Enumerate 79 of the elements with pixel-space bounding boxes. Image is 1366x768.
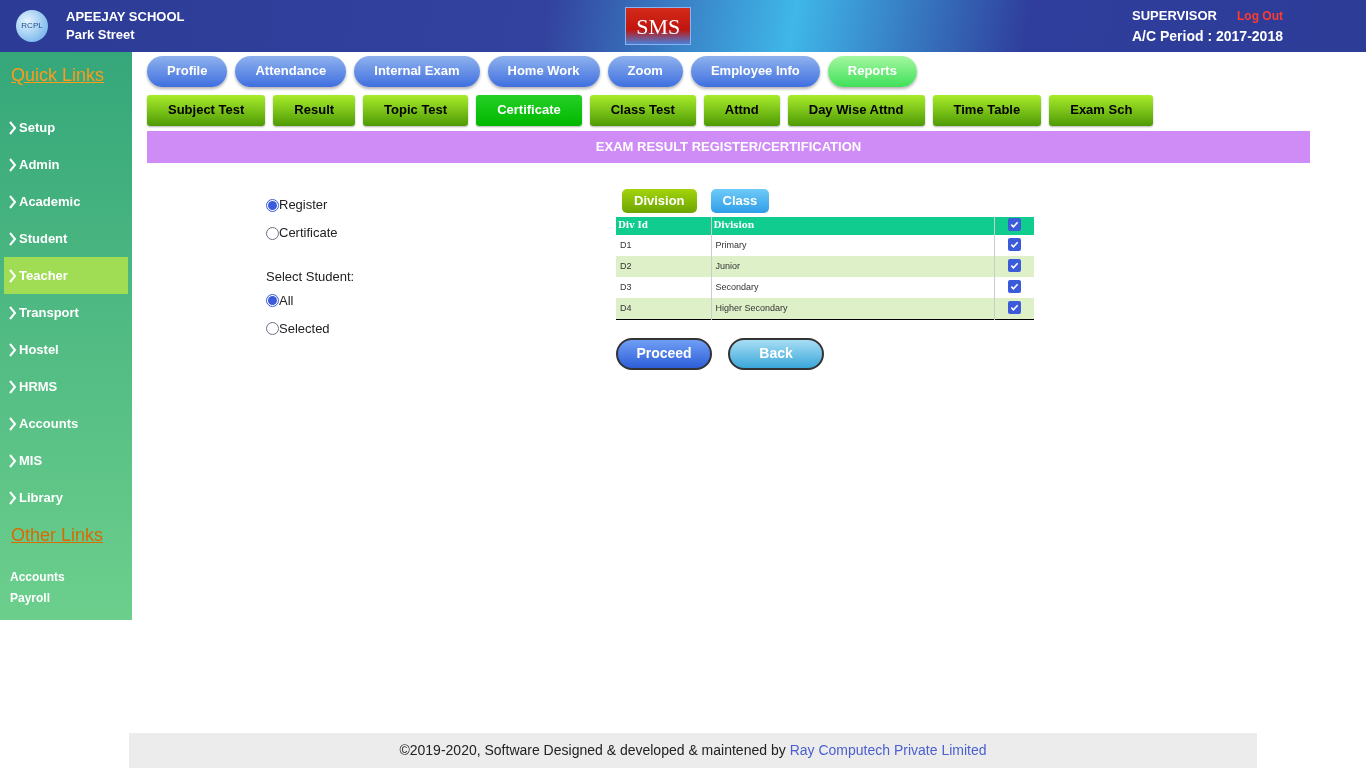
- sub-tab[interactable]: Topic Test: [363, 94, 469, 126]
- radio-label: Selected: [279, 319, 330, 338]
- sub-tab[interactable]: Attnd: [703, 94, 780, 126]
- table-cell: D3: [616, 277, 711, 298]
- sidebar-item[interactable]: Accounts: [10, 567, 128, 588]
- sidebar-item[interactable]: Hostel: [4, 331, 128, 368]
- sidebar-item[interactable]: Transport: [4, 294, 128, 331]
- menu-tab[interactable]: Employee Info: [690, 55, 820, 87]
- checkbox[interactable]: [1007, 300, 1021, 314]
- menu-tab[interactable]: Attendance: [235, 55, 347, 87]
- sub-tab[interactable]: Certificate: [476, 94, 582, 126]
- chevron-right-icon: [8, 267, 17, 284]
- table-cell: Primary: [711, 235, 994, 256]
- table-cell: D4: [616, 298, 711, 319]
- checkbox[interactable]: [1007, 218, 1021, 232]
- sub-tab[interactable]: Time Table: [932, 94, 1042, 126]
- sub-tab[interactable]: Subject Test: [147, 94, 266, 126]
- school-name: APEEJAY SCHOOL: [66, 8, 185, 26]
- menu-tab[interactable]: Internal Exam: [354, 55, 480, 87]
- sub-tab[interactable]: Result: [273, 94, 356, 126]
- table-cell: D2: [616, 256, 711, 277]
- chevron-right-icon: [8, 304, 17, 321]
- chevron-right-icon: [8, 156, 17, 173]
- table-cell: Secondary: [711, 277, 994, 298]
- back-button[interactable]: Back: [728, 337, 824, 370]
- sidebar-item[interactable]: Library: [4, 479, 128, 516]
- radio-button[interactable]: [266, 226, 279, 240]
- sidebar-item[interactable]: Academic: [4, 183, 128, 220]
- school-branch: Park Street: [66, 26, 136, 44]
- radio-button[interactable]: [266, 322, 279, 335]
- sub-tab[interactable]: Day Wise Attnd: [787, 94, 925, 126]
- sms-logo: SMS: [625, 7, 692, 45]
- sidebar-heading-link[interactable]: Quick Links: [11, 62, 128, 89]
- filter-tab[interactable]: Division: [622, 189, 697, 213]
- menu-tab[interactable]: Home Work: [487, 55, 600, 87]
- school-logo: RCPL: [16, 10, 48, 42]
- radio-label: Register: [279, 196, 328, 215]
- sidebar-item[interactable]: Setup: [4, 109, 128, 146]
- sidebar-heading-link[interactable]: Other Links: [11, 522, 128, 549]
- chevron-right-icon: [8, 230, 17, 247]
- proceed-button[interactable]: Proceed: [616, 337, 712, 370]
- sidebar-item[interactable]: Accounts: [4, 405, 128, 442]
- table-cell: Higher Secondary: [711, 298, 994, 319]
- sidebar-item[interactable]: Payroll: [10, 588, 128, 609]
- sidebar-item[interactable]: MIS: [4, 442, 128, 479]
- chevron-right-icon: [8, 489, 17, 506]
- chevron-right-icon: [8, 341, 17, 358]
- column-header: Division: [711, 217, 994, 235]
- menu-tab[interactable]: Zoom: [607, 55, 683, 87]
- column-header: Div Id: [616, 217, 711, 235]
- menu-tab[interactable]: Reports: [827, 55, 917, 87]
- sidebar-item[interactable]: HRMS: [4, 368, 128, 405]
- table-cell: Junior: [711, 256, 994, 277]
- user-role: SUPERVISOR: [1132, 7, 1217, 25]
- chevron-right-icon: [8, 193, 17, 210]
- footer-link[interactable]: Ray Computech Private Limited: [789, 740, 987, 761]
- radio-label: All: [279, 291, 294, 310]
- sidebar-item[interactable]: Teacher: [4, 257, 128, 294]
- select-student-label: Select Student:: [266, 268, 356, 286]
- logout-link[interactable]: Log Out: [1237, 6, 1283, 26]
- checkbox[interactable]: [1007, 279, 1021, 293]
- chevron-right-icon: [8, 378, 17, 395]
- sub-tab[interactable]: Exam Sch: [1049, 94, 1154, 126]
- sidebar-item[interactable]: Admin: [4, 146, 128, 183]
- filter-tab[interactable]: Class: [710, 189, 770, 213]
- accounting-period: A/C Period : 2017-2018: [1132, 27, 1284, 46]
- footer-text: ©2019-2020, Software Designed & developed & maintened by: [399, 741, 786, 760]
- radio-label: Certificate: [279, 224, 338, 243]
- chevron-right-icon: [8, 415, 17, 432]
- table-cell: D1: [616, 235, 711, 256]
- sub-tab[interactable]: Class Test: [589, 94, 696, 126]
- sidebar-item[interactable]: Student: [4, 220, 128, 257]
- checkbox[interactable]: [1007, 237, 1021, 251]
- page-title-bar: EXAM RESULT REGISTER/CERTIFICATION: [147, 131, 1310, 163]
- chevron-right-icon: [8, 452, 17, 469]
- checkbox[interactable]: [1007, 258, 1021, 272]
- radio-button[interactable]: [266, 294, 279, 307]
- menu-tab[interactable]: Profile: [147, 55, 228, 87]
- chevron-right-icon: [8, 119, 17, 136]
